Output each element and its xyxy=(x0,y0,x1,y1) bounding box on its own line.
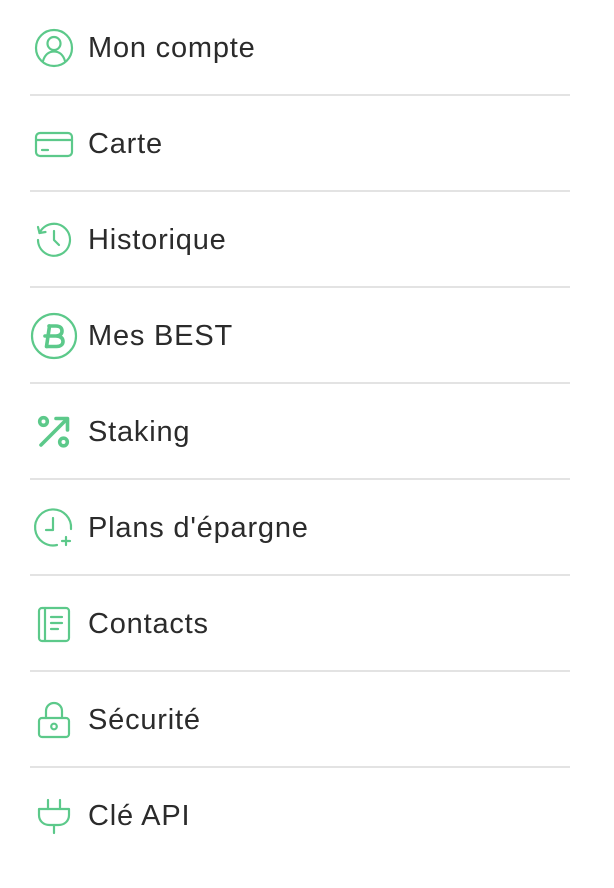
menu-item-label: Historique xyxy=(88,223,227,256)
menu-item-mes-best[interactable]: Mes BEST xyxy=(30,288,570,384)
menu-item-label: Sécurité xyxy=(88,703,201,736)
lock-icon xyxy=(30,696,78,744)
menu-item-historique[interactable]: Historique xyxy=(30,192,570,288)
history-clock-icon xyxy=(30,216,78,264)
settings-menu: Mon compte Carte Historique Mes BEST Sta… xyxy=(0,0,614,888)
plug-icon xyxy=(30,792,78,840)
clock-plus-icon xyxy=(30,504,78,552)
menu-item-mon-compte[interactable]: Mon compte xyxy=(30,0,570,96)
menu-item-cle-api[interactable]: Clé API xyxy=(30,768,570,864)
credit-card-icon xyxy=(30,120,78,168)
menu-item-label: Contacts xyxy=(88,607,209,640)
menu-item-label: Clé API xyxy=(88,799,191,832)
best-coin-icon xyxy=(30,312,78,360)
menu-item-label: Carte xyxy=(88,127,163,160)
menu-item-securite[interactable]: Sécurité xyxy=(30,672,570,768)
menu-item-label: Staking xyxy=(88,415,191,448)
menu-item-staking[interactable]: Staking xyxy=(30,384,570,480)
menu-item-plans-epargne[interactable]: Plans d'épargne xyxy=(30,480,570,576)
user-circle-icon xyxy=(30,24,78,72)
menu-item-label: Mes BEST xyxy=(88,319,233,352)
address-book-icon xyxy=(30,600,78,648)
menu-item-carte[interactable]: Carte xyxy=(30,96,570,192)
percent-arrow-icon xyxy=(30,408,78,456)
menu-item-contacts[interactable]: Contacts xyxy=(30,576,570,672)
menu-item-label: Mon compte xyxy=(88,31,256,64)
menu-item-label: Plans d'épargne xyxy=(88,511,309,544)
